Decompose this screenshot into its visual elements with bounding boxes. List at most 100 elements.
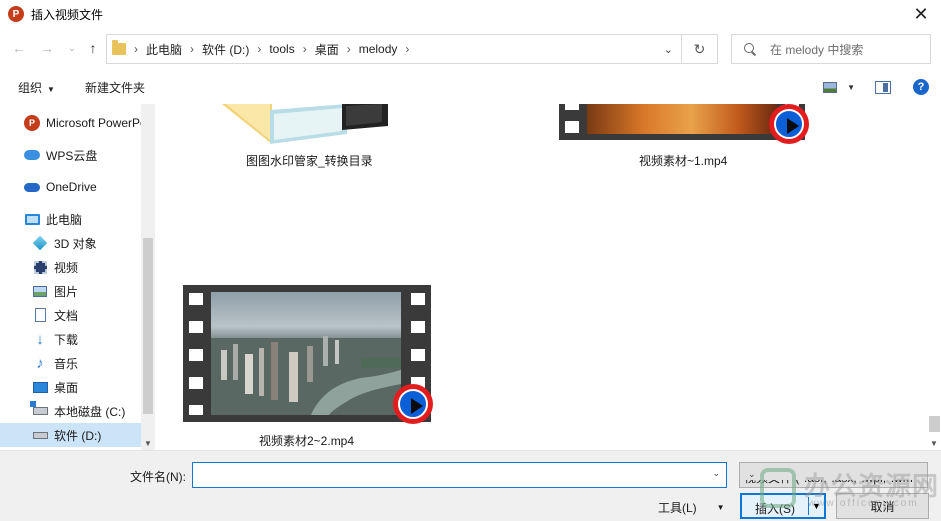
nav-item-label: OneDrive xyxy=(46,180,97,194)
breadcrumb-separator[interactable]: › xyxy=(190,42,194,56)
computer-icon xyxy=(24,211,40,227)
forward-button[interactable]: → xyxy=(38,39,56,57)
downloads-icon: ↓ xyxy=(36,330,44,348)
refresh-icon: ↻ xyxy=(693,40,706,57)
up-button[interactable]: ↑ xyxy=(84,39,102,57)
nav-item-downloads[interactable]: ↓ 下载 xyxy=(0,327,141,351)
refresh-button[interactable]: ↻ xyxy=(681,35,717,63)
search-box[interactable]: 在 melody 中搜索 xyxy=(731,34,931,64)
scroll-down-icon[interactable]: ▼ xyxy=(144,439,152,448)
recent-locations-button[interactable]: ⌄ xyxy=(63,39,81,57)
play-icon xyxy=(393,384,433,424)
breadcrumb-separator[interactable]: › xyxy=(303,42,307,56)
scroll-down-icon[interactable]: ▼ xyxy=(930,439,938,448)
film-hole xyxy=(411,349,425,361)
command-bar: 组织 ▼ 新建文件夹 ▼ ? xyxy=(0,72,941,102)
cancel-button[interactable]: 取消 xyxy=(836,493,929,519)
close-button[interactable]: ✕ xyxy=(907,2,935,26)
scrollbar-thumb[interactable] xyxy=(143,238,153,414)
content-scrollbar[interactable]: ▼ xyxy=(928,104,941,450)
change-view-icon[interactable] xyxy=(823,81,838,93)
cloud-icon xyxy=(24,147,40,163)
address-bar[interactable]: › 此电脑 › 软件 (D:) › tools › 桌面 › melody › … xyxy=(106,34,718,64)
organize-menu-button[interactable]: 组织 ▼ xyxy=(18,79,55,96)
film-hole xyxy=(565,104,579,110)
local-disk-icon xyxy=(29,401,48,419)
videos-icon xyxy=(32,259,48,275)
breadcrumb-desktop[interactable]: 桌面 xyxy=(315,41,339,58)
nav-item-3d-objects[interactable]: 3D 对象 xyxy=(0,231,141,255)
address-dropdown-button[interactable]: ⌄ xyxy=(664,43,673,56)
nav-item-this-pc[interactable]: 此电脑 xyxy=(0,207,141,231)
nav-item-drive-d[interactable]: 软件 (D:) xyxy=(0,423,141,447)
documents-icon xyxy=(32,307,48,323)
film-hole xyxy=(411,321,425,333)
window-title: 插入视频文件 xyxy=(31,7,104,22)
nav-item-wps-cloud[interactable]: WPS云盘 xyxy=(0,143,141,167)
nav-item-local-disk-c[interactable]: 本地磁盘 (C:) xyxy=(0,399,141,423)
breadcrumb-separator[interactable]: › xyxy=(405,42,409,56)
play-icon xyxy=(769,104,809,144)
scrollbar-thumb[interactable] xyxy=(929,416,940,432)
insert-button[interactable]: 插入(S) xyxy=(755,500,795,517)
city-skyline-icon xyxy=(211,336,401,415)
split-divider xyxy=(808,497,809,515)
onedrive-icon xyxy=(24,179,40,195)
search-placeholder[interactable]: 在 melody 中搜索 xyxy=(770,41,863,58)
breadcrumb-melody[interactable]: melody xyxy=(359,42,398,56)
search-icon xyxy=(744,43,756,55)
filename-label: 文件名(N): xyxy=(130,470,186,484)
nav-item-documents[interactable]: 文档 xyxy=(0,303,141,327)
powerpoint-icon: P xyxy=(24,115,40,131)
filename-input[interactable] xyxy=(197,466,702,484)
preview-pane-icon[interactable] xyxy=(875,80,891,94)
insert-split-button[interactable]: 插入(S) ▼ xyxy=(740,493,826,519)
help-icon[interactable]: ? xyxy=(913,79,929,95)
nav-item-powerpoint[interactable]: P Microsoft PowerPoint xyxy=(0,111,141,135)
nav-item-pictures[interactable]: 图片 xyxy=(0,279,141,303)
breadcrumb-separator[interactable]: › xyxy=(257,42,261,56)
back-button[interactable]: ← xyxy=(10,39,28,57)
nav-item-videos[interactable]: 视频 xyxy=(0,255,141,279)
nav-item-music[interactable]: ♪ 音乐 xyxy=(0,351,141,375)
breadcrumb-tools[interactable]: tools xyxy=(269,42,294,56)
nav-item-label: 此电脑 xyxy=(46,212,83,227)
breadcrumb-this-pc[interactable]: 此电脑 xyxy=(146,41,182,58)
breadcrumb-separator[interactable]: › xyxy=(347,42,351,56)
nav-item-label: 桌面 xyxy=(54,380,79,395)
nav-item-label: Microsoft PowerPoint xyxy=(46,116,141,130)
chevron-down-icon: ⌄ xyxy=(67,42,77,54)
close-icon: ✕ xyxy=(913,3,929,24)
film-hole xyxy=(189,293,203,305)
nav-item-desktop[interactable]: 桌面 xyxy=(0,375,141,399)
file-name-label: 视频素材2~2.mp4 xyxy=(259,434,355,448)
nav-item-label: 文档 xyxy=(54,308,79,323)
new-folder-button[interactable]: 新建文件夹 xyxy=(85,79,145,96)
address-row: ← → ⌄ ↑ › 此电脑 › 软件 (D:) › tools › 桌面 › m… xyxy=(0,32,941,66)
insert-options-caret-icon[interactable]: ▼ xyxy=(812,501,821,511)
breadcrumb-separator[interactable]: › xyxy=(134,42,138,56)
film-hole xyxy=(189,349,203,361)
nav-item-label: 音乐 xyxy=(54,356,79,371)
view-options-dropdown[interactable]: ▼ xyxy=(847,83,855,92)
file-name-label: 视频素材~1.mp4 xyxy=(639,154,728,168)
nav-item-label: 图片 xyxy=(54,284,79,299)
film-hole xyxy=(189,321,203,333)
chevron-down-icon: ⌄ xyxy=(744,469,921,480)
filename-combobox[interactable]: ⌄ xyxy=(192,462,727,488)
nav-item-label: 下载 xyxy=(54,332,79,347)
nav-item-onedrive[interactable]: OneDrive xyxy=(0,175,141,199)
nav-item-label: 视频 xyxy=(54,260,79,275)
title-bar: P 插入视频文件 ✕ xyxy=(0,0,941,28)
file-type-select[interactable]: 视频文件 (*.asf;*.asx;*.wpl;*.wm ⌄ xyxy=(739,462,928,488)
navigation-scrollbar[interactable]: ▼ xyxy=(141,104,155,450)
film-hole xyxy=(189,377,203,389)
breadcrumb-drive-d[interactable]: 软件 (D:) xyxy=(202,41,249,58)
nav-item-label: 本地磁盘 (C:) xyxy=(54,404,126,419)
tools-menu-button[interactable]: 工具(L) ▼ xyxy=(658,496,730,518)
nav-item-label: 软件 (D:) xyxy=(54,428,102,443)
folder-icon xyxy=(112,40,126,55)
caret-down-icon: ▼ xyxy=(716,502,725,512)
chevron-down-icon[interactable]: ⌄ xyxy=(712,468,720,479)
dialog-footer: 文件名(N): ⌄ 视频文件 (*.asf;*.asx;*.wpl;*.wm ⌄… xyxy=(0,450,941,521)
